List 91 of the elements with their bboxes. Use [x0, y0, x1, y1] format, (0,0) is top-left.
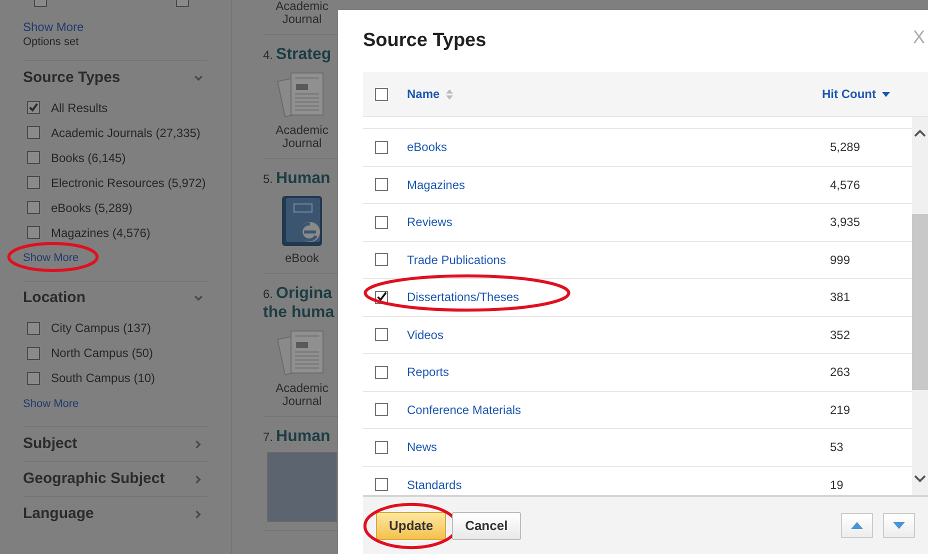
section-heading[interactable]: Language: [23, 502, 94, 526]
result-title[interactable]: Origina: [276, 284, 332, 303]
source-type-link[interactable]: Reports: [407, 365, 450, 380]
hit-count: 999: [830, 252, 852, 269]
result-title[interactable]: Human: [276, 169, 330, 188]
ebook-icon: [280, 194, 324, 248]
checkbox[interactable]: [27, 372, 40, 384]
checkbox[interactable]: [375, 440, 388, 454]
source-type-link[interactable]: Conference Materials: [407, 402, 522, 417]
section-heading[interactable]: Source Types: [23, 66, 120, 90]
checkbox[interactable]: [375, 140, 388, 154]
hit-count: 19: [830, 476, 844, 494]
book-cover-photo: [267, 452, 337, 522]
column-header[interactable]: Hit Count: [822, 85, 890, 103]
checkbox[interactable]: [34, 0, 47, 7]
source-type-link[interactable]: eBooks: [407, 140, 448, 154]
caret-down-icon: [882, 92, 890, 96]
source-type-link[interactable]: Magazines: [407, 178, 466, 192]
filter-option[interactable]: eBooks (5,289): [51, 198, 132, 216]
result-number: 6.: [263, 286, 274, 303]
close-button[interactable]: X: [912, 24, 925, 50]
result-number: 4.: [263, 47, 274, 64]
result-title[interactable]: the huma: [263, 303, 334, 322]
filter-option[interactable]: All Results: [51, 98, 108, 116]
filter-option[interactable]: South Campus (10): [51, 369, 156, 387]
section-heading[interactable]: Geographic Subject: [23, 468, 165, 490]
checkbox[interactable]: [27, 226, 40, 239]
checkbox[interactable]: [375, 216, 388, 229]
chevron-right-icon[interactable]: [194, 474, 203, 484]
chevron-right-icon[interactable]: [194, 510, 203, 518]
section-heading[interactable]: Location: [23, 287, 86, 310]
hit-count: 3,935: [830, 214, 862, 232]
hit-count: 381: [830, 289, 852, 306]
checkbox[interactable]: [27, 101, 40, 114]
move-up-button[interactable]: [841, 513, 873, 538]
filter-option[interactable]: Books (6,145): [51, 148, 126, 166]
checkbox[interactable]: [375, 253, 388, 266]
column-header[interactable]: Name: [407, 85, 822, 103]
checkbox[interactable]: [27, 176, 40, 189]
checkbox[interactable]: [27, 322, 40, 334]
result-number: 7.: [263, 429, 274, 446]
filter-option[interactable]: Academic Journals (27,335): [51, 124, 200, 142]
filter-option[interactable]: Electronic Resources (5,972): [51, 174, 206, 192]
hit-count: 263: [830, 364, 852, 382]
checkbox[interactable]: [375, 366, 388, 379]
triangle-down-icon: [893, 522, 905, 529]
chevron-right-icon[interactable]: [194, 440, 203, 448]
result-title[interactable]: Human: [276, 427, 330, 446]
hit-count: 4,576: [830, 176, 862, 194]
result-title[interactable]: Strateg: [276, 45, 332, 64]
hit-count: 53: [830, 439, 844, 456]
hit-count: 5,289: [830, 139, 862, 156]
checkbox[interactable]: [375, 403, 388, 416]
hit-count: 219: [830, 402, 852, 419]
checkbox[interactable]: [375, 328, 388, 342]
source-type-link[interactable]: News: [407, 440, 438, 454]
filter-option[interactable]: Magazines (4,576): [51, 224, 150, 242]
section-heading[interactable]: Subject: [23, 432, 78, 456]
hit-count: 352: [830, 326, 852, 344]
scrollbar[interactable]: [912, 117, 928, 495]
filter-option[interactable]: North Campus (50): [51, 344, 154, 362]
triangle-up-icon: [851, 522, 863, 529]
chevron-up-icon[interactable]: [914, 129, 926, 137]
checkbox[interactable]: [27, 346, 40, 360]
result-type-label: Academic Journal: [274, 0, 330, 26]
source-type-link[interactable]: Videos: [407, 328, 444, 342]
checkbox[interactable]: [375, 178, 388, 192]
scrollbar-thumb[interactable]: [912, 214, 928, 390]
sort-icon: [446, 88, 453, 100]
options-set-text: Options set: [23, 35, 80, 50]
source-type-link[interactable]: Reviews: [407, 215, 452, 230]
source-type-link[interactable]: Standards: [407, 478, 462, 492]
source-type-link[interactable]: Trade Publications: [407, 252, 506, 267]
show-more-link[interactable]: Show More: [23, 20, 84, 34]
checkbox[interactable]: [27, 126, 40, 139]
update-button[interactable]: Update: [376, 512, 446, 540]
checkbox[interactable]: [176, 0, 189, 7]
show-more-link[interactable]: Show More: [23, 396, 79, 412]
result-type-label: Academic Journal: [274, 382, 330, 408]
checkbox[interactable]: [27, 201, 40, 214]
dialog-title: Source Types: [363, 28, 486, 53]
cancel-button[interactable]: Cancel: [452, 512, 521, 540]
move-down-button[interactable]: [883, 513, 915, 538]
filter-option[interactable]: City Campus (137): [51, 319, 152, 337]
checkbox[interactable]: [27, 151, 40, 164]
chevron-down-icon[interactable]: [914, 475, 926, 483]
result-number: 5.: [263, 171, 274, 188]
result-type-label: eBook: [284, 252, 320, 265]
checkbox[interactable]: [375, 478, 388, 492]
result-type-label: Academic Journal: [274, 124, 330, 150]
checkbox[interactable]: [375, 88, 388, 100]
